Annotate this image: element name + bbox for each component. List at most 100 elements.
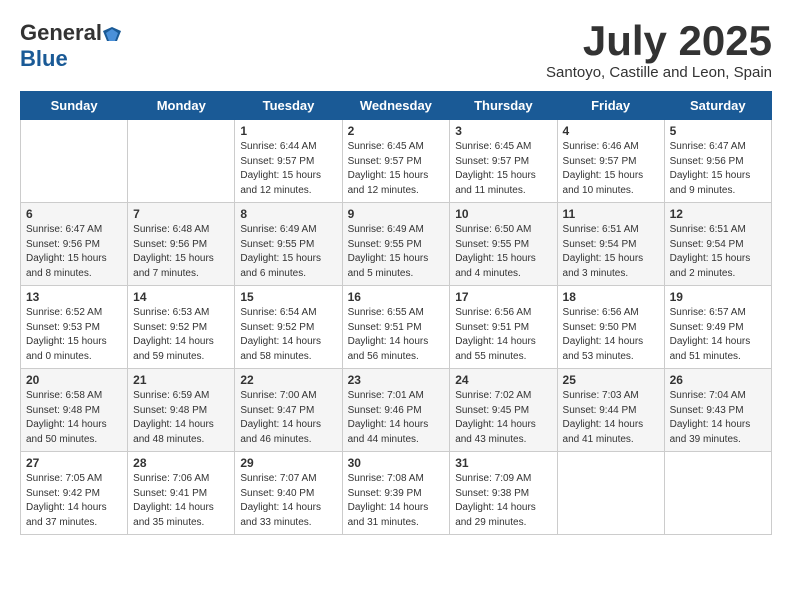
empty-cell (21, 120, 128, 203)
day-info: Sunrise: 7:06 AM Sunset: 9:41 PM Dayligh… (133, 472, 229, 530)
day-cell-18: 18 Sunrise: 6:56 AM Sunset: 9:50 PM Dayli… (557, 286, 664, 369)
day-cell-13: 13 Sunrise: 6:52 AM Sunset: 9:53 PM Dayli… (21, 286, 128, 369)
day-number: 27 (26, 456, 122, 470)
day-info: Sunrise: 7:05 AM Sunset: 9:42 PM Dayligh… (26, 472, 122, 530)
day-info: Sunrise: 6:59 AM Sunset: 9:48 PM Dayligh… (133, 389, 229, 447)
day-info: Sunrise: 6:47 AM Sunset: 9:56 PM Dayligh… (26, 223, 122, 281)
day-number: 8 (240, 207, 336, 221)
day-cell-26: 26 Sunrise: 7:04 AM Sunset: 9:43 PM Dayli… (664, 369, 771, 452)
day-number: 25 (563, 373, 659, 387)
day-number: 5 (670, 124, 766, 138)
day-number: 22 (240, 373, 336, 387)
day-number: 6 (26, 207, 122, 221)
empty-cell (128, 120, 235, 203)
day-info: Sunrise: 6:47 AM Sunset: 9:56 PM Dayligh… (670, 140, 766, 198)
day-info: Sunrise: 6:57 AM Sunset: 9:49 PM Dayligh… (670, 306, 766, 364)
day-cell-30: 30 Sunrise: 7:08 AM Sunset: 9:39 PM Dayli… (342, 452, 450, 535)
day-info: Sunrise: 6:49 AM Sunset: 9:55 PM Dayligh… (348, 223, 445, 281)
empty-cell (557, 452, 664, 535)
day-info: Sunrise: 7:01 AM Sunset: 9:46 PM Dayligh… (348, 389, 445, 447)
day-cell-17: 17 Sunrise: 6:56 AM Sunset: 9:51 PM Dayli… (450, 286, 557, 369)
day-info: Sunrise: 6:52 AM Sunset: 9:53 PM Dayligh… (26, 306, 122, 364)
day-number: 11 (563, 207, 659, 221)
day-info: Sunrise: 6:45 AM Sunset: 9:57 PM Dayligh… (455, 140, 551, 198)
day-cell-10: 10 Sunrise: 6:50 AM Sunset: 9:55 PM Dayli… (450, 203, 557, 286)
weekday-header-friday: Friday (557, 92, 664, 120)
day-cell-12: 12 Sunrise: 6:51 AM Sunset: 9:54 PM Dayli… (664, 203, 771, 286)
day-cell-3: 3Sunrise: 6:45 AM Sunset: 9:57 PM Daylig… (450, 120, 557, 203)
day-number: 17 (455, 290, 551, 304)
day-info: Sunrise: 6:44 AM Sunset: 9:57 PM Dayligh… (240, 140, 336, 198)
day-cell-9: 9 Sunrise: 6:49 AM Sunset: 9:55 PM Daylig… (342, 203, 450, 286)
day-number: 2 (348, 124, 445, 138)
day-number: 1 (240, 124, 336, 138)
calendar-table: SundayMondayTuesdayWednesdayThursdayFrid… (20, 91, 772, 535)
day-info: Sunrise: 6:55 AM Sunset: 9:51 PM Dayligh… (348, 306, 445, 364)
day-info: Sunrise: 6:51 AM Sunset: 9:54 PM Dayligh… (670, 223, 766, 281)
day-info: Sunrise: 7:00 AM Sunset: 9:47 PM Dayligh… (240, 389, 336, 447)
day-info: Sunrise: 6:50 AM Sunset: 9:55 PM Dayligh… (455, 223, 551, 281)
weekday-header-sunday: Sunday (21, 92, 128, 120)
day-cell-19: 19 Sunrise: 6:57 AM Sunset: 9:49 PM Dayli… (664, 286, 771, 369)
day-number: 24 (455, 373, 551, 387)
weekday-header-row: SundayMondayTuesdayWednesdayThursdayFrid… (21, 92, 772, 120)
logo-icon (103, 27, 121, 43)
day-number: 14 (133, 290, 229, 304)
day-number: 26 (670, 373, 766, 387)
logo-general: General (20, 20, 102, 45)
day-cell-5: 5 Sunrise: 6:47 AM Sunset: 9:56 PM Daylig… (664, 120, 771, 203)
day-number: 16 (348, 290, 445, 304)
title-block: July 2025 Santoyo, Castille and Leon, Sp… (546, 20, 772, 81)
day-cell-14: 14Sunrise: 6:53 AM Sunset: 9:52 PM Dayli… (128, 286, 235, 369)
day-cell-22: 22 Sunrise: 7:00 AM Sunset: 9:47 PM Dayli… (235, 369, 342, 452)
day-number: 20 (26, 373, 122, 387)
day-info: Sunrise: 6:49 AM Sunset: 9:55 PM Dayligh… (240, 223, 336, 281)
day-info: Sunrise: 7:07 AM Sunset: 9:40 PM Dayligh… (240, 472, 336, 530)
logo-blue: Blue (20, 46, 68, 71)
day-info: Sunrise: 6:48 AM Sunset: 9:56 PM Dayligh… (133, 223, 229, 281)
day-info: Sunrise: 6:54 AM Sunset: 9:52 PM Dayligh… (240, 306, 336, 364)
empty-cell (664, 452, 771, 535)
week-row-3: 13 Sunrise: 6:52 AM Sunset: 9:53 PM Dayli… (21, 286, 772, 369)
day-cell-4: 4Sunrise: 6:46 AM Sunset: 9:57 PM Daylig… (557, 120, 664, 203)
day-number: 18 (563, 290, 659, 304)
day-number: 9 (348, 207, 445, 221)
weekday-header-saturday: Saturday (664, 92, 771, 120)
day-cell-27: 27 Sunrise: 7:05 AM Sunset: 9:42 PM Dayli… (21, 452, 128, 535)
day-info: Sunrise: 7:04 AM Sunset: 9:43 PM Dayligh… (670, 389, 766, 447)
day-cell-15: 15 Sunrise: 6:54 AM Sunset: 9:52 PM Dayli… (235, 286, 342, 369)
day-number: 28 (133, 456, 229, 470)
day-number: 15 (240, 290, 336, 304)
day-cell-24: 24 Sunrise: 7:02 AM Sunset: 9:45 PM Dayli… (450, 369, 557, 452)
day-info: Sunrise: 6:45 AM Sunset: 9:57 PM Dayligh… (348, 140, 445, 198)
day-cell-11: 11 Sunrise: 6:51 AM Sunset: 9:54 PM Dayli… (557, 203, 664, 286)
day-info: Sunrise: 6:56 AM Sunset: 9:50 PM Dayligh… (563, 306, 659, 364)
day-info: Sunrise: 6:51 AM Sunset: 9:54 PM Dayligh… (563, 223, 659, 281)
weekday-header-wednesday: Wednesday (342, 92, 450, 120)
day-number: 10 (455, 207, 551, 221)
page-header: General Blue July 2025 Santoyo, Castille… (20, 20, 772, 81)
logo-text: General (20, 20, 121, 46)
day-cell-23: 23Sunrise: 7:01 AM Sunset: 9:46 PM Dayli… (342, 369, 450, 452)
day-number: 30 (348, 456, 445, 470)
logo: General Blue (20, 20, 121, 72)
day-cell-8: 8 Sunrise: 6:49 AM Sunset: 9:55 PM Daylig… (235, 203, 342, 286)
day-info: Sunrise: 7:08 AM Sunset: 9:39 PM Dayligh… (348, 472, 445, 530)
day-cell-7: 7Sunrise: 6:48 AM Sunset: 9:56 PM Daylig… (128, 203, 235, 286)
week-row-1: 1 Sunrise: 6:44 AM Sunset: 9:57 PM Daylig… (21, 120, 772, 203)
day-number: 19 (670, 290, 766, 304)
day-cell-25: 25 Sunrise: 7:03 AM Sunset: 9:44 PM Dayli… (557, 369, 664, 452)
day-info: Sunrise: 7:02 AM Sunset: 9:45 PM Dayligh… (455, 389, 551, 447)
day-number: 12 (670, 207, 766, 221)
location: Santoyo, Castille and Leon, Spain (546, 64, 772, 81)
day-info: Sunrise: 6:46 AM Sunset: 9:57 PM Dayligh… (563, 140, 659, 198)
day-number: 31 (455, 456, 551, 470)
day-number: 13 (26, 290, 122, 304)
day-info: Sunrise: 7:03 AM Sunset: 9:44 PM Dayligh… (563, 389, 659, 447)
day-info: Sunrise: 6:56 AM Sunset: 9:51 PM Dayligh… (455, 306, 551, 364)
day-cell-31: 31Sunrise: 7:09 AM Sunset: 9:38 PM Dayli… (450, 452, 557, 535)
day-cell-16: 16 Sunrise: 6:55 AM Sunset: 9:51 PM Dayli… (342, 286, 450, 369)
day-cell-1: 1 Sunrise: 6:44 AM Sunset: 9:57 PM Daylig… (235, 120, 342, 203)
day-number: 21 (133, 373, 229, 387)
day-cell-21: 21 Sunrise: 6:59 AM Sunset: 9:48 PM Dayli… (128, 369, 235, 452)
